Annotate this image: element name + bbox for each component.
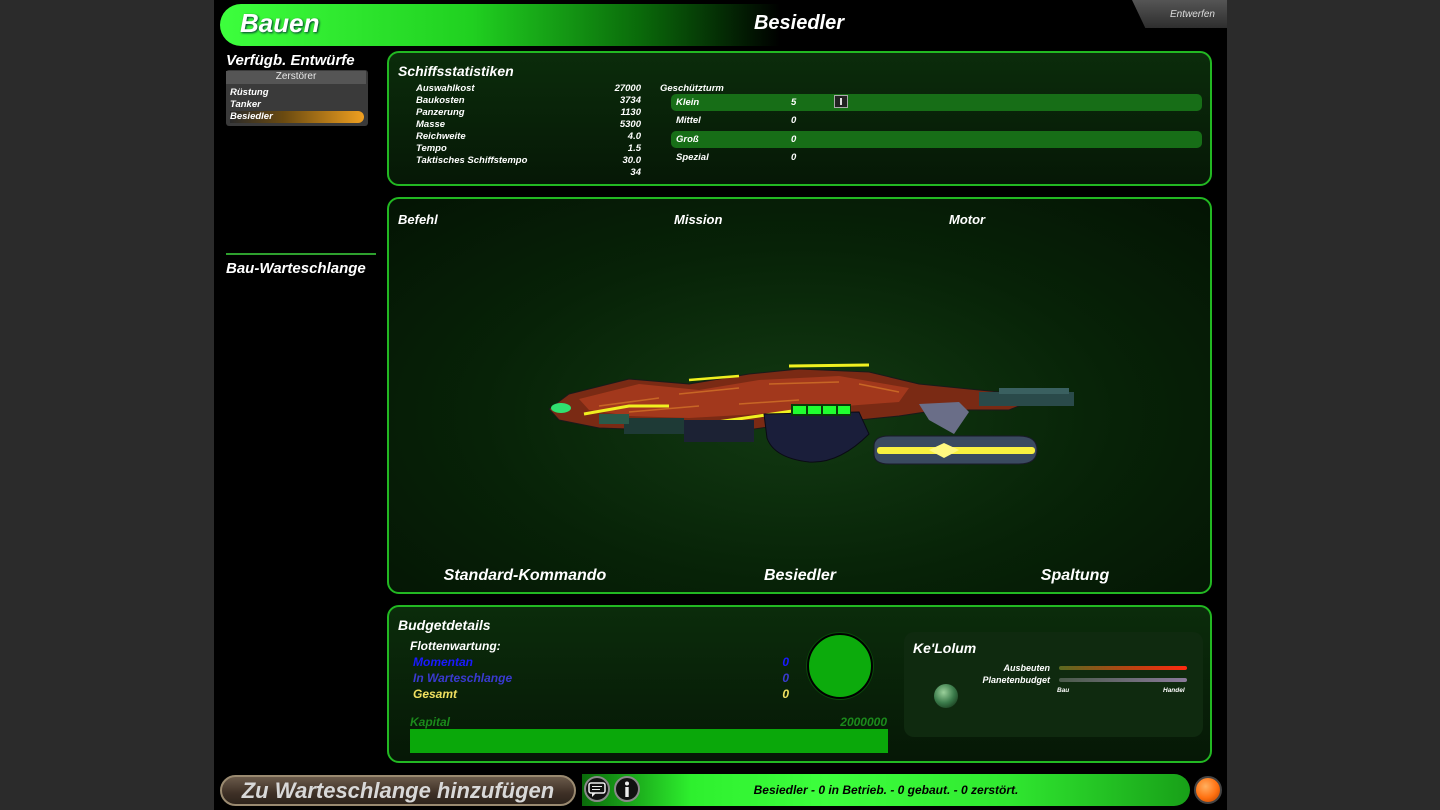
turret-value: 0 [791, 115, 797, 126]
stat-value: 1130 [620, 107, 641, 118]
exploit-label: Ausbeuten [1003, 663, 1050, 673]
ship-3d-model [548, 363, 1074, 465]
budget-title: Budgetdetails [398, 617, 491, 633]
turret-row-gross[interactable]: Groß 0 [671, 131, 1202, 148]
planet-budget-slider[interactable] [1059, 678, 1187, 682]
turret-label: Mittel [676, 115, 701, 126]
turret-label: Klein [676, 97, 700, 108]
end-turn-button[interactable] [1194, 776, 1222, 804]
budget-panel: Budgetdetails Flottenwartung: Momentan 0… [387, 605, 1212, 763]
ship-status-text: Besiedler - 0 in Betrieb. - 0 gebaut. - … [753, 783, 1019, 797]
turret-value: 0 [791, 134, 797, 145]
available-designs-heading: Verfügb. Entwürfe [226, 52, 355, 69]
capital-bar [410, 729, 888, 753]
chat-icon[interactable] [584, 776, 610, 802]
stat-label: Baukosten [416, 95, 465, 106]
engine-slot-label: Motor [949, 212, 986, 227]
command-slot-label: Befehl [398, 212, 438, 227]
stat-value: 3734 [619, 95, 641, 106]
exploit-slider[interactable] [1059, 666, 1187, 670]
turret-label: Groß [676, 134, 699, 145]
status-bar: Besiedler - 0 in Betrieb. - 0 gebaut. - … [582, 774, 1190, 806]
designs-list: Zerstörer Rüstung Tanker Besiedler [226, 70, 368, 126]
budget-row-label: In Warteschlange [413, 671, 513, 685]
stat-value: 1.5 [627, 143, 641, 154]
engine-slot-value[interactable]: Spaltung [945, 567, 1205, 585]
stat-label: Taktisches Schiffstempo [416, 155, 528, 166]
design-category[interactable]: Zerstörer [226, 71, 366, 84]
design-item-besiedler[interactable]: Besiedler [230, 111, 364, 123]
budget-row-value: 0 [782, 671, 789, 685]
mission-slot-value[interactable]: Besiedler [670, 567, 930, 585]
design-item-ruestung[interactable]: Rüstung [230, 87, 364, 99]
budget-row-value: 0 [782, 687, 789, 701]
stat-label: Tempo [416, 143, 447, 154]
stat-value: 34 [630, 167, 641, 178]
stat-value: 4.0 [627, 131, 641, 142]
build-queue-heading: Bau-Warteschlange [226, 260, 366, 277]
budget-pie-indicator [807, 633, 873, 699]
design-item-tanker[interactable]: Tanker [230, 99, 364, 111]
mission-slot-label: Mission [674, 212, 723, 227]
screen-title: Bauen [240, 8, 320, 38]
planet-globe-icon[interactable] [934, 684, 958, 708]
turret-row-mittel[interactable]: Mittel 0 [671, 112, 1202, 129]
stat-label: Auswahlkost [416, 83, 475, 94]
stat-value: 5300 [619, 119, 641, 130]
turret-heading: Geschützturm [660, 83, 724, 94]
budget-row-value: 0 [782, 655, 789, 669]
budget-row-label: Momentan [413, 655, 473, 669]
stats-title: Schiffsstatistiken [398, 63, 514, 79]
stat-label: Reichweite [416, 131, 466, 142]
build-screen: Bauen Besiedler Entwerfen Verfügb. Entwü… [214, 0, 1227, 810]
command-slot-value[interactable]: Standard-Kommando [395, 567, 655, 585]
turret-value: 0 [791, 152, 797, 163]
add-to-queue-button[interactable]: Zu Warteschlange hinzufügen [220, 775, 576, 806]
ship-stats-panel: Schiffsstatistiken Auswahlkost 27000 Bau… [387, 51, 1212, 186]
trade-end-label: Handel [1163, 687, 1185, 694]
stat-value: 27000 [614, 83, 641, 94]
turret-label: Spezial [676, 152, 709, 163]
stat-label: Panzerung [416, 107, 465, 118]
info-icon[interactable] [614, 776, 640, 802]
planet-box: Ke'Lolum Ausbeuten Planetenbudget Bau Ha… [904, 632, 1203, 737]
turret-value: 5 [791, 97, 797, 108]
stat-label: Masse [416, 119, 446, 130]
fleet-upkeep-label: Flottenwartung: [410, 639, 501, 653]
build-end-label: Bau [1057, 687, 1070, 694]
turret-row-spezial[interactable]: Spezial 0 [671, 149, 1202, 166]
divider [226, 253, 376, 255]
turret-slot-icon[interactable] [834, 95, 848, 108]
planet-name: Ke'Lolum [913, 640, 977, 656]
budget-row-label: Gesamt [413, 687, 458, 701]
planet-budget-label: Planetenbudget [982, 675, 1050, 685]
stat-value: 30.0 [622, 155, 642, 166]
design-tab[interactable]: Entwerfen [1132, 0, 1227, 28]
turret-row-klein[interactable]: Klein 5 [671, 94, 1202, 111]
capital-value: 2000000 [840, 715, 887, 729]
capital-label: Kapital [410, 715, 451, 729]
ship-name-title: Besiedler [753, 12, 845, 34]
ship-model-panel: Befehl Mission Motor Standard-Kommando B… [387, 197, 1212, 594]
